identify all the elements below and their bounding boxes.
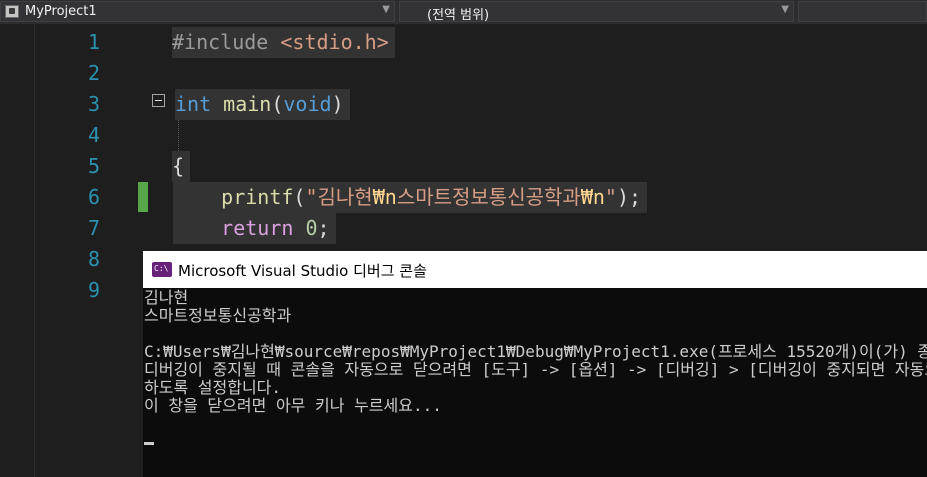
line-number: 7: [87, 216, 100, 240]
keyword-return: return: [221, 216, 294, 240]
string-literal-part: 스마트정보통신공학과: [396, 185, 581, 209]
console-app-icon: C:\: [152, 262, 172, 277]
function-name-printf: printf: [221, 185, 294, 209]
string-literal-end: ": [604, 185, 617, 209]
line-number: 9: [87, 278, 100, 302]
project-dropdown[interactable]: MyProject1 ▼: [0, 1, 395, 22]
member-dropdown[interactable]: [798, 1, 927, 22]
console-line: C:₩Users₩김나현₩source₩repos₩MyProject1₩Deb…: [144, 342, 927, 361]
statement-end: ;: [317, 216, 330, 240]
editor-margin-divider: [34, 24, 35, 477]
change-indicator: [138, 182, 148, 212]
line-number: 2: [87, 61, 100, 85]
console-line: 김나현: [144, 288, 189, 307]
console-line: 이 창을 닫으려면 아무 키나 누르세요...: [144, 396, 442, 415]
console-line: 하도록 설정합니다.: [144, 378, 282, 397]
console-icon-text: C:\: [154, 264, 169, 273]
keyword-int: int: [175, 92, 212, 116]
include-file: <stdio.h>: [280, 30, 389, 54]
code-line-return[interactable]: return 0;: [173, 213, 336, 244]
string-literal-part: "김나현: [305, 185, 373, 209]
paren-close: ): [331, 92, 344, 116]
line-number: 8: [87, 247, 100, 271]
code-line-printf[interactable]: printf("김나현₩n스마트정보통신공학과₩n");: [173, 182, 648, 213]
project-icon: [5, 5, 19, 18]
brace-open: {: [172, 154, 185, 178]
console-title: Microsoft Visual Studio 디버그 콘솔: [178, 262, 427, 280]
return-value: 0: [305, 216, 318, 240]
console-title-bar[interactable]: C:\ Microsoft Visual Studio 디버그 콘솔: [143, 251, 927, 288]
navigation-bar: MyProject1 ▼ (전역 범위) ▼: [0, 0, 927, 24]
line-number: 6: [87, 185, 100, 209]
console-output[interactable]: 김나현 스마트정보통신공학과 C:₩Users₩김나현₩source₩repos₩…: [144, 289, 927, 415]
statement-end: );: [616, 185, 642, 209]
line-number: 1: [87, 30, 100, 54]
scope-dropdown[interactable]: (전역 범위) ▼: [399, 1, 794, 23]
collapse-icon[interactable]: [152, 94, 165, 107]
code-line-main[interactable]: int main(void): [175, 89, 350, 120]
console-cursor: [144, 442, 154, 445]
editor-left-strip: [0, 24, 34, 477]
debug-console-window[interactable]: C:\ Microsoft Visual Studio 디버그 콘솔 김나현 스마…: [143, 251, 927, 477]
escape-sequence: ₩n: [580, 185, 605, 209]
project-dropdown-label: MyProject1: [25, 4, 97, 19]
paren-open: (: [293, 185, 306, 209]
scope-dropdown-label: (전역 범위): [427, 8, 490, 23]
function-name-main: main: [223, 92, 272, 116]
code-line-include[interactable]: #include <stdio.h>: [172, 27, 395, 58]
console-line: 디버깅이 중지될 때 콘솔을 자동으로 닫으려면 [도구] -> [옵션] ->…: [144, 360, 927, 379]
escape-sequence: ₩n: [372, 185, 397, 209]
chevron-down-icon: ▼: [382, 4, 390, 15]
paren-open: (: [271, 92, 284, 116]
keyword-void: void: [283, 92, 332, 116]
chevron-down-icon: ▼: [781, 4, 789, 15]
line-number: 4: [87, 123, 100, 147]
line-number: 5: [87, 154, 100, 178]
line-number: 3: [87, 92, 100, 116]
console-line: 스마트정보통신공학과: [144, 306, 292, 325]
preprocessor-directive: #include: [172, 30, 269, 54]
code-line-brace-open[interactable]: {: [172, 151, 191, 182]
